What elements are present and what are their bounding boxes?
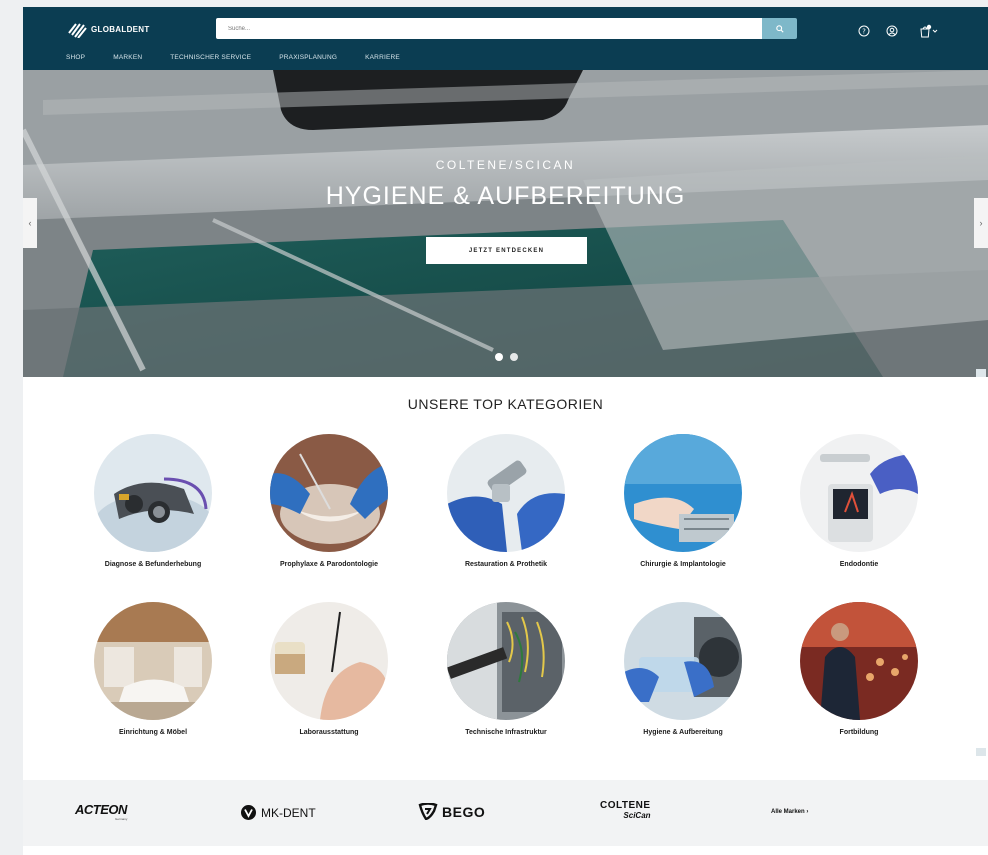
side-widget-icon[interactable] [976,369,986,377]
mk-dent-logo-icon [241,805,256,820]
brand-subtitle: Germany [115,817,128,821]
category-image [94,434,212,552]
category-label: Fortbildung [839,729,879,736]
site-header: GLOBALDENT ? SHOP MARKEN TECHNISCHER SER… [23,7,988,70]
chevron-right-icon: › [979,218,983,228]
brand-name: COLTENE [600,800,651,811]
category-label: Endodontie [839,561,879,568]
slider-dot-2[interactable] [510,353,518,361]
slider-dot-1[interactable] [495,353,503,361]
chevron-left-icon: ‹ [28,218,32,228]
category-image [624,434,742,552]
search-icon [775,24,784,33]
page: GLOBALDENT ? SHOP MARKEN TECHNISCHER SER… [23,7,988,855]
side-widget-icon[interactable] [976,748,986,756]
hero-subtitle: COLTENE/SCICAN [435,158,576,172]
category-image [447,602,565,720]
category-label: Laborausstattung [299,729,359,736]
brand-subtitle: SciCan [623,811,651,820]
category-image [94,602,212,720]
nav-item-shop[interactable]: SHOP [66,54,85,61]
category-image [800,434,918,552]
nav-item-praxisplanung[interactable]: PRAXISPLANUNG [279,54,337,61]
search-input[interactable] [216,18,762,39]
hero-slider: COLTENE/SCICAN HYGIENE & AUFBEREITUNG JE… [23,70,988,377]
category-label: Einrichtung & Möbel [118,729,188,736]
search-bar [216,18,797,39]
logo-mark-icon [68,23,87,38]
category-image [624,602,742,720]
hero-background-image [23,70,988,377]
slider-next-button[interactable]: › [974,198,988,248]
categories-title: UNSERE TOP KATEGORIEN [407,396,604,412]
nav-item-karriere[interactable]: KARRIERE [365,54,400,61]
nav-item-marken[interactable]: MARKEN [113,54,142,61]
brands-strip: ACTEON Germany MK-DENT BEGO COLTENE SciC… [23,780,988,846]
hero-cta-button[interactable]: JETZT ENTDECKEN [426,237,587,264]
category-label: Technische Infrastruktur [465,729,547,736]
user-icon[interactable] [885,24,899,38]
svg-text:?: ? [862,28,866,36]
logo-text: GLOBALDENT [91,25,150,34]
category-label: Restauration & Prothetik [464,561,548,568]
hero-title: HYGIENE & AUFBEREITUNG [325,182,686,210]
brand-logo-mkdent[interactable]: MK-DENT [241,805,316,820]
category-image [447,434,565,552]
brand-logo-bego[interactable]: BEGO [418,803,485,820]
category-image [270,434,388,552]
brand-logo-coltene[interactable]: COLTENE SciCan [600,800,651,820]
category-label: Hygiene & Aufbereitung [643,729,723,736]
nav-item-technischer-service[interactable]: TECHNISCHER SERVICE [170,54,251,61]
category-image [800,602,918,720]
category-label: Prophylaxe & Parodontologie [279,561,378,568]
brand-name: ACTEON [75,802,127,817]
help-icon[interactable]: ? [857,24,871,38]
brand-name: MK-DENT [261,805,316,820]
category-image [270,602,388,720]
category-label: Chirurgie & Implantologie [640,561,726,568]
cart-icon[interactable] [918,24,942,38]
brand-logo-acteon[interactable]: ACTEON Germany [75,802,127,821]
search-button[interactable] [762,18,797,39]
main-nav: SHOP MARKEN TECHNISCHER SERVICE PRAXISPL… [66,54,428,61]
category-label: Diagnose & Befunderhebung [104,561,202,568]
slider-prev-button[interactable]: ‹ [23,198,37,248]
logo[interactable]: GLOBALDENT [67,21,150,38]
all-brands-link[interactable]: Alle Marken › [771,809,808,815]
brand-name: BEGO [442,803,486,820]
bego-logo-icon [418,803,438,820]
